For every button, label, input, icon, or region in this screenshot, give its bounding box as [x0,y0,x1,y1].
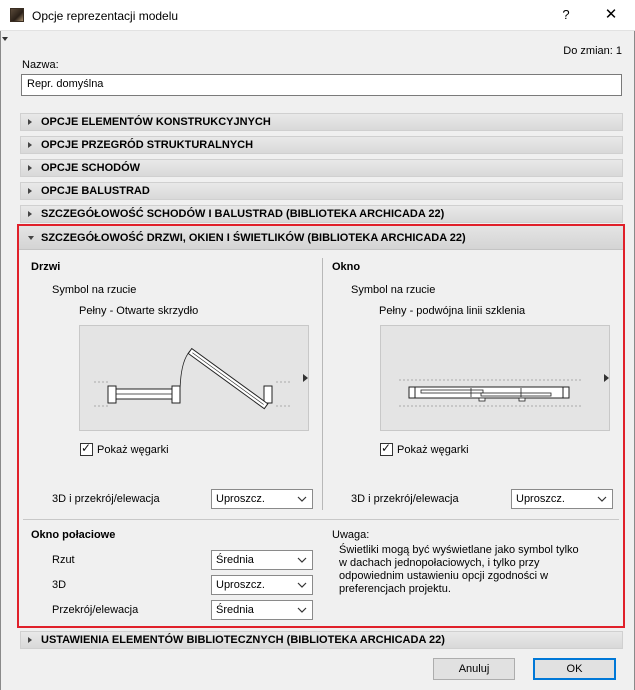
chevron-down-icon [297,557,307,563]
section-stairs-railings-detail[interactable]: SZCZEGÓŁOWOŚĆ SCHODÓW I BALUSTRAD (BIBLI… [20,205,623,223]
section-stairs[interactable]: OPCJE SCHODÓW [20,159,623,177]
expand-arrow-icon [28,142,32,148]
section-structural-partitions[interactable]: OPCJE PRZEGRÓD STRUKTURALNYCH [20,136,623,154]
ok-button[interactable]: OK [533,658,616,680]
select-value: Uproszcz. [516,493,565,505]
skylight-section-label: Przekrój/elewacja [52,604,139,616]
window-symbol-label: Symbol na rzucie [351,284,436,296]
section-label: SZCZEGÓŁOWOŚĆ DRZWI, OKIEN I ŚWIETLIKÓW … [41,232,466,244]
note-text: Świetliki mogą być wyświetlane jako symb… [339,544,579,595]
section-railings[interactable]: OPCJE BALUSTRAD [20,182,623,200]
collapse-arrow-icon [28,236,34,240]
corner-menu-icon[interactable] [2,37,8,41]
doors-3d-select[interactable]: Uproszcz. [211,489,313,509]
expand-arrow-icon [28,119,32,125]
expand-arrow-icon [28,188,32,194]
row-divider [23,519,619,520]
door-symbol-drawing [94,347,292,410]
chevron-down-icon [297,607,307,613]
chevron-down-icon [297,582,307,588]
window-symbol-next-icon[interactable] [604,374,609,382]
window-show-reveals-label: Pokaż węgarki [397,444,469,456]
section-doors-windows-skylights: SZCZEGÓŁOWOŚĆ DRZWI, OKIEN I ŚWIETLIKÓW … [17,224,625,628]
checkmark-icon: ✓ [81,441,92,455]
archicad-app-icon [10,8,24,22]
title-bar: Opcje reprezentacji modelu ? ✕ [0,0,635,31]
doors-show-reveals-checkbox[interactable]: ✓ [80,441,93,456]
window-title: Opcje reprezentacji modelu [32,9,179,23]
doors-show-reveals-label: Pokaż węgarki [97,444,169,456]
column-divider [322,258,323,510]
window-3d-label: 3D i przekrój/elewacja [351,493,459,505]
section-construction-elements[interactable]: OPCJE ELEMENTÓW KONSTRUKCYJNYCH [20,113,623,131]
skylight-plan-label: Rzut [52,554,75,566]
section-label: OPCJE PRZEGRÓD STRUKTURALNYCH [41,139,254,151]
section-header-doors-windows[interactable]: SZCZEGÓŁOWOŚĆ DRZWI, OKIEN I ŚWIETLIKÓW … [19,226,623,250]
skylight-3d-select[interactable]: Uproszcz. [211,575,313,595]
cancel-button[interactable]: Anuluj [433,658,515,680]
section-label: USTAWIENIA ELEMENTÓW BIBLIOTECZNYCH (BIB… [41,634,445,646]
door-symbol-preview[interactable] [79,325,309,431]
help-button[interactable]: ? [551,4,581,26]
window-symbol-drawing [399,379,581,407]
section-library-settings[interactable]: USTAWIENIA ELEMENTÓW BIBLIOTECZNYCH (BIB… [20,631,623,649]
skylight-3d-label: 3D [52,579,67,591]
name-label: Nazwa: [22,59,59,71]
checkmark-icon: ✓ [381,441,392,455]
window-heading: Okno [332,261,361,273]
doors-heading: Drzwi [31,261,61,273]
expand-arrow-icon [28,637,32,643]
window-border-left [0,31,1,690]
section-label: OPCJE SCHODÓW [41,162,141,174]
skylight-plan-select[interactable]: Średnia [211,550,313,570]
select-value: Średnia [216,604,254,616]
section-label: OPCJE BALUSTRAD [41,185,150,197]
close-button[interactable]: ✕ [596,4,626,26]
chevron-down-icon [297,496,307,502]
doors-symbol-label: Symbol na rzucie [52,284,137,296]
chevron-down-icon [597,496,607,502]
doors-symbol-value: Pełny - Otwarte skrzydło [79,305,199,317]
select-value: Uproszcz. [216,579,265,591]
expand-arrow-icon [28,165,32,171]
skylight-section-select[interactable]: Średnia [211,600,313,620]
expand-arrow-icon [28,211,32,217]
door-symbol-next-icon[interactable] [303,374,308,382]
name-input[interactable]: Repr. domyślna [21,74,622,96]
window-symbol-value: Pełny - podwójna linii szklenia [379,305,526,317]
skylight-heading: Okno połaciowe [31,529,116,541]
section-label: SZCZEGÓŁOWOŚĆ SCHODÓW I BALUSTRAD (BIBLI… [41,208,445,220]
note-label: Uwaga: [332,529,370,541]
window-symbol-preview[interactable] [380,325,610,431]
select-value: Średnia [216,554,254,566]
window-3d-select[interactable]: Uproszcz. [511,489,613,509]
doors-3d-label: 3D i przekrój/elewacja [52,493,160,505]
window-show-reveals-checkbox[interactable]: ✓ [380,441,393,456]
select-value: Uproszcz. [216,493,265,505]
changes-counter: Do zmian: 1 [563,45,622,57]
section-label: OPCJE ELEMENTÓW KONSTRUKCYJNYCH [41,116,271,128]
